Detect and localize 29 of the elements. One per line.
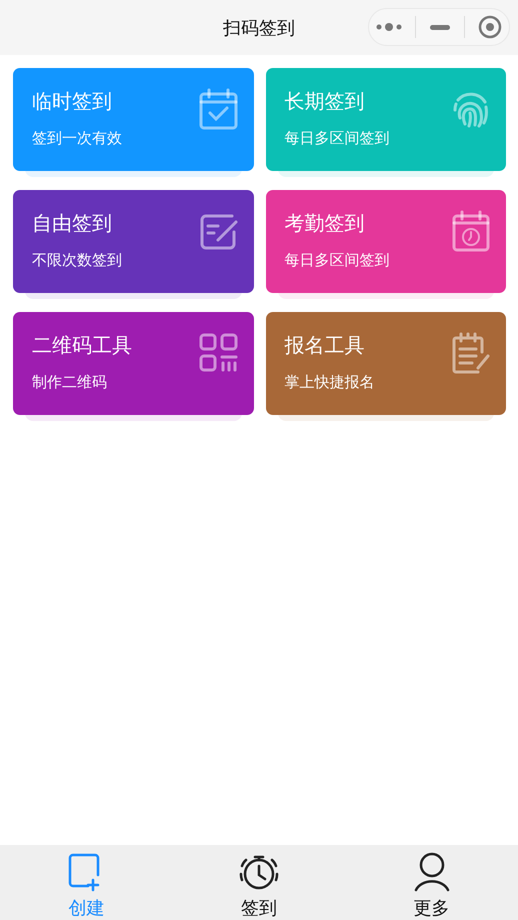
card-subtitle: 每日多区间签到 bbox=[284, 129, 390, 148]
close-icon[interactable] bbox=[478, 15, 502, 39]
card-title: 临时签到 bbox=[32, 88, 113, 115]
tab-bar-item[interactable]: 更多 bbox=[345, 845, 518, 920]
calendar-check-icon bbox=[198, 88, 240, 130]
qrcode-icon bbox=[198, 332, 240, 374]
feature-card[interactable]: 二维码工具 制作二维码 bbox=[13, 312, 254, 415]
card-title: 二维码工具 bbox=[32, 332, 132, 359]
more-icon[interactable] bbox=[376, 22, 402, 32]
tab-bar-item[interactable]: 创建 bbox=[0, 845, 173, 920]
feature-card[interactable]: 长期签到 每日多区间签到 bbox=[266, 68, 506, 171]
card-subtitle: 制作二维码 bbox=[32, 373, 108, 392]
card-subtitle: 每日多区间签到 bbox=[284, 251, 390, 270]
clipboard-icon bbox=[450, 332, 492, 374]
feature-card[interactable]: 考勤签到 每日多区间签到 bbox=[266, 190, 506, 293]
calendar-clock-icon bbox=[450, 210, 492, 252]
card-subtitle: 签到一次有效 bbox=[32, 129, 122, 148]
card-title: 自由签到 bbox=[32, 210, 113, 237]
feature-card[interactable]: 报名工具 掌上快捷报名 bbox=[266, 312, 506, 415]
card-subtitle: 不限次数签到 bbox=[32, 251, 122, 270]
page-title: 扫码签到 bbox=[223, 16, 295, 40]
card-subtitle: 掌上快捷报名 bbox=[284, 373, 374, 392]
feature-card[interactable]: 自由签到 不限次数签到 bbox=[13, 190, 254, 293]
card-title: 长期签到 bbox=[284, 88, 366, 115]
card-title: 考勤签到 bbox=[284, 210, 366, 237]
feature-card[interactable]: 临时签到 签到一次有效 bbox=[13, 68, 254, 171]
card-title: 报名工具 bbox=[284, 332, 366, 359]
minimize-icon[interactable] bbox=[430, 24, 450, 30]
tab-bar-item[interactable]: 签到 bbox=[172, 845, 346, 920]
